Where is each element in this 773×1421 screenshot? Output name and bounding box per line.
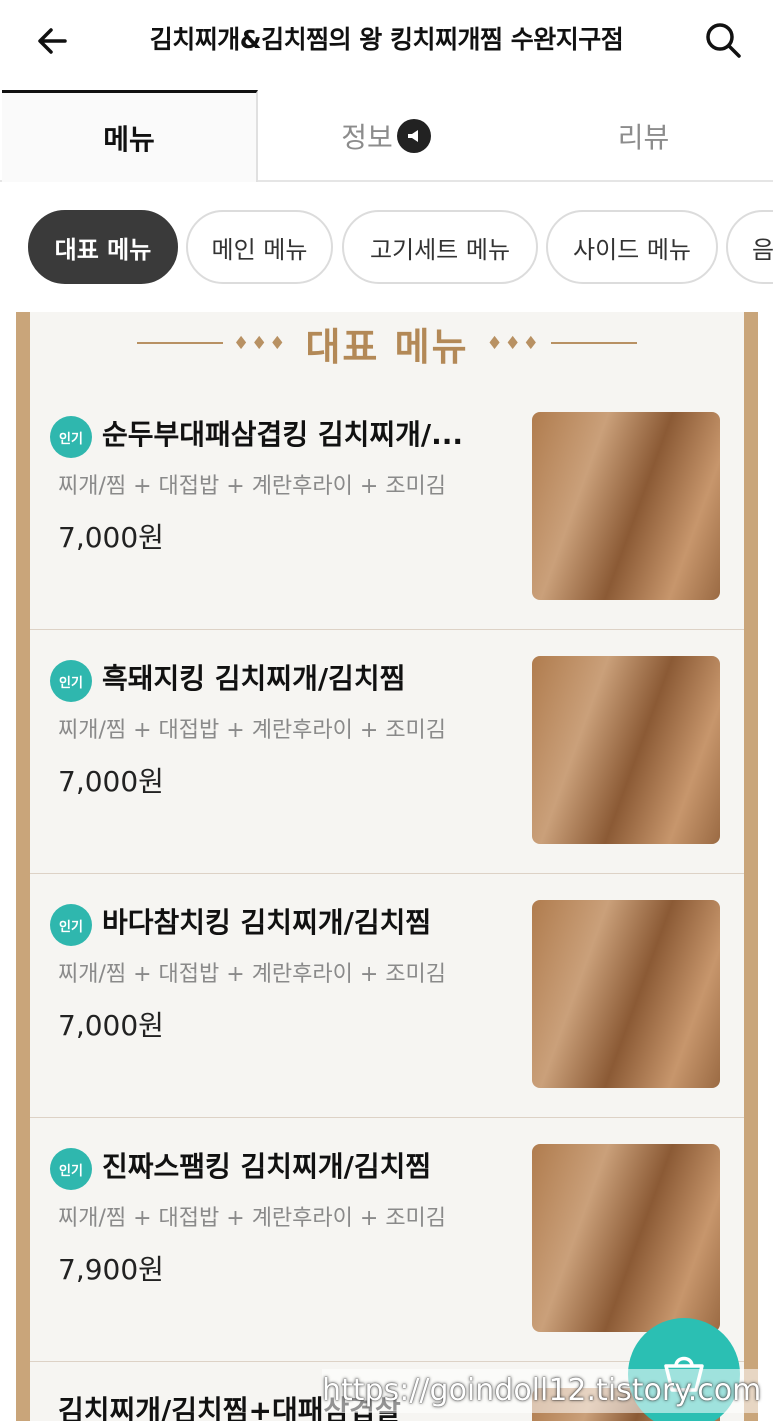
menu-item-name: 진짜스팸킹 김치찌개/김치찜 [102,1150,432,1183]
menu-item[interactable]: 인기 흑돼지킹 김치찌개/김치찜 찌개/찜 + 대접밥 + 계란후라이 + 조미… [30,630,744,874]
search-icon [706,23,741,58]
chip-label: 고기세트 메뉴 [369,235,511,264]
store-tabs: 메뉴 정보 리뷰 [0,90,773,182]
menu-list-container: ♦♦♦ 대표 메뉴 ♦♦♦ 인기 순두부대패삼겹킹 김치찌개/... 찌개/찜 … [16,312,758,1421]
popular-badge: 인기 [50,1148,92,1190]
tab-review-label: 리뷰 [617,121,670,154]
tab-menu-label: 메뉴 [103,122,155,156]
menu-item-price: 7,000원 [58,521,164,554]
menu-item-name: 바다참치킹 김치찌개/김치찜 [102,906,432,939]
menu-item-photo [532,412,720,600]
chip-meat-set-menu[interactable]: 고기세트 메뉴 [342,210,538,284]
popular-badge: 인기 [50,904,92,946]
tab-info-label: 정보 [341,121,393,154]
menu-item-name: 순두부대패삼겹킹 김치찌개/... [102,418,464,451]
menu-list: ♦♦♦ 대표 메뉴 ♦♦♦ 인기 순두부대패삼겹킹 김치찌개/... 찌개/찜 … [30,312,744,1421]
menu-item-price: 7,000원 [58,1009,164,1042]
chip-label: 메인 메뉴 [211,235,308,264]
back-button[interactable] [30,18,76,64]
menu-item-photo [532,900,720,1088]
popular-badge: 인기 [50,416,92,458]
chip-main-menu[interactable]: 메인 메뉴 [186,210,333,284]
popular-badge: 인기 [50,660,92,702]
menu-item[interactable]: 인기 바다참치킹 김치찌개/김치찜 찌개/찜 + 대접밥 + 계란후라이 + 조… [30,874,744,1118]
menu-item-desc: 찌개/찜 + 대접밥 + 계란후라이 + 조미김 [58,962,447,987]
chip-drinks-menu[interactable]: 음 [726,210,773,284]
chip-label: 음 [752,235,773,264]
menu-item[interactable]: 인기 진짜스팸킹 김치찌개/김치찜 찌개/찜 + 대접밥 + 계란후라이 + 조… [30,1118,744,1362]
tab-info[interactable]: 정보 [258,90,514,182]
megaphone-icon [396,119,431,153]
menu-item-price: 7,900원 [58,1253,164,1286]
arrow-left-icon [38,28,67,54]
menu-item-desc: 찌개/찜 + 대접밥 + 계란후라이 + 조미김 [58,474,447,499]
menu-item-name: 흑돼지킹 김치찌개/김치찜 [102,662,406,695]
menu-item-desc: 찌개/찜 + 대접밥 + 계란후라이 + 조미김 [58,718,447,743]
tab-review[interactable]: 리뷰 [514,90,773,182]
chip-featured-menu[interactable]: 대표 메뉴 [28,210,178,284]
menu-item-photo [532,1144,720,1332]
menu-item-desc: 찌개/찜 + 대접밥 + 계란후라이 + 조미김 [58,1206,447,1231]
top-app-bar: 김치찌개&김치찜의 왕 킹치찌개찜 수완지구점 [0,0,773,90]
tab-menu[interactable]: 메뉴 [2,90,258,182]
chip-side-menu[interactable]: 사이드 메뉴 [546,210,718,284]
store-title: 김치찌개&김치찜의 왕 킹치찌개찜 수완지구점 [149,25,624,54]
search-button[interactable] [699,16,747,64]
menu-item-photo [532,656,720,844]
chip-label: 사이드 메뉴 [572,235,692,264]
menu-item[interactable]: 인기 순두부대패삼겹킹 김치찌개/... 찌개/찜 + 대접밥 + 계란후라이 … [30,312,744,630]
menu-item-price: 7,000원 [58,765,164,798]
category-chips: 대표 메뉴 메인 메뉴 고기세트 메뉴 사이드 메뉴 음 [0,182,773,312]
watermark: https://goindoll12.tistory.com [322,1369,761,1413]
chip-label: 대표 메뉴 [54,235,152,264]
